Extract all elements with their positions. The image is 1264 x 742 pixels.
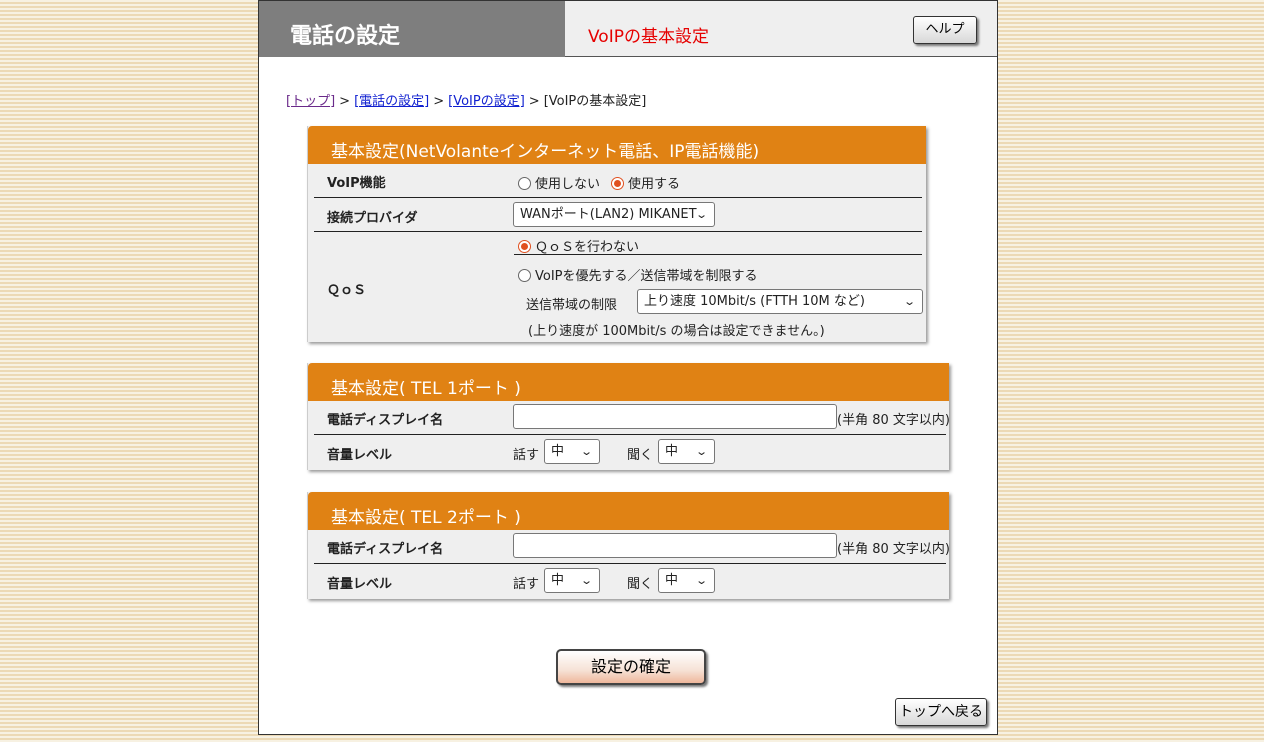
bandwidth-select-value: 上り速度 10Mbit/s (FTTH 10M など)	[644, 294, 865, 309]
help-button[interactable]: ヘルプ	[913, 16, 977, 44]
tel2-listen-select[interactable]: 中 ⌄	[658, 568, 715, 593]
breadcrumb-current: [VoIPの基本設定]	[543, 94, 647, 109]
tel2-listen-value: 中	[665, 573, 679, 588]
provider-label: 接続プロバイダ	[327, 211, 418, 226]
tel2-display-name-input[interactable]	[513, 533, 837, 558]
tel1-display-name-hint: (半角 80 文字以内)	[837, 413, 950, 428]
tel1-listen-label: 聞く	[627, 448, 654, 463]
provider-select-value: WANポート(LAN2) MIKANET	[520, 207, 697, 222]
tel2-talk-label: 話す	[513, 577, 540, 592]
qos-option-none[interactable]: ＱｏＳを行わない	[518, 236, 639, 255]
confirm-settings-button[interactable]: 設定の確定	[556, 649, 706, 685]
panel-tel2-title: 基本設定( TEL 2ポート )	[308, 492, 949, 530]
voip-label: VoIP機能	[327, 176, 386, 191]
bandwidth-label: 送信帯域の制限	[526, 298, 618, 313]
chevron-down-icon: ⌄	[694, 208, 708, 221]
tel2-display-name-hint: (半角 80 文字以内)	[837, 542, 950, 557]
tel1-display-name-input[interactable]	[513, 404, 837, 429]
tel1-talk-label: 話す	[513, 448, 540, 463]
tel1-listen-value: 中	[665, 444, 679, 459]
breadcrumb-separator: >	[339, 94, 351, 109]
divider	[314, 197, 922, 198]
breadcrumb-separator: >	[528, 94, 540, 109]
tel1-talk-select[interactable]: 中 ⌄	[544, 439, 600, 464]
tel1-listen-select[interactable]: 中 ⌄	[658, 439, 715, 464]
page-subtitle: VoIPの基本設定	[588, 27, 709, 47]
back-to-top-button[interactable]: トップへ戻る	[895, 698, 987, 726]
chevron-down-icon: ⌄	[579, 574, 593, 587]
tel2-talk-select[interactable]: 中 ⌄	[544, 568, 600, 593]
tel2-talk-value: 中	[551, 573, 565, 588]
bandwidth-select[interactable]: 上り速度 10Mbit/s (FTTH 10M など) ⌄	[637, 289, 923, 314]
divider	[314, 434, 946, 435]
panel-tel2-settings: 基本設定( TEL 2ポート ) 電話ディスプレイ名 (半角 80 文字以内) …	[307, 492, 950, 599]
voip-off-radio[interactable]	[518, 177, 531, 190]
voip-on-radio[interactable]	[611, 177, 624, 190]
tel2-volume-label: 音量レベル	[327, 577, 393, 592]
breadcrumb-link-phone-settings[interactable]: [電話の設定]	[354, 94, 429, 109]
chevron-down-icon: ⌄	[902, 295, 916, 308]
divider	[314, 231, 922, 232]
qos-none-radio[interactable]	[518, 240, 531, 253]
qos-label: ＱｏＳ	[327, 283, 367, 298]
divider	[314, 563, 946, 564]
voip-option-off[interactable]: 使用しない	[518, 173, 600, 192]
voip-off-label: 使用しない	[535, 177, 601, 192]
panel-basic-settings: 基本設定(NetVolanteインターネット電話、IP電話機能) VoIP機能 …	[307, 126, 926, 342]
chevron-down-icon: ⌄	[694, 445, 708, 458]
breadcrumb-link-top[interactable]: [トップ]	[286, 94, 335, 109]
breadcrumb-separator: >	[433, 94, 445, 109]
tel1-talk-value: 中	[551, 444, 565, 459]
breadcrumb: [トップ] > [電話の設定] > [VoIPの設定] > [VoIPの基本設定]	[286, 90, 646, 109]
tel2-display-name-label: 電話ディスプレイ名	[327, 542, 444, 557]
panel-basic-title: 基本設定(NetVolanteインターネット電話、IP電話機能)	[308, 126, 926, 164]
qos-option-priority[interactable]: VoIPを優先する／送信帯域を制限する	[518, 265, 758, 284]
voip-on-label: 使用する	[628, 177, 681, 192]
page-title: 電話の設定	[259, 1, 565, 57]
provider-select[interactable]: WANポート(LAN2) MIKANET ⌄	[513, 202, 715, 227]
qos-priority-label: VoIPを優先する／送信帯域を制限する	[535, 269, 758, 284]
main-frame: 電話の設定 VoIPの基本設定 ヘルプ [トップ] > [電話の設定] > [VoIPの…	[258, 0, 998, 735]
panel-tel1-title: 基本設定( TEL 1ポート )	[308, 363, 949, 401]
breadcrumb-link-voip-settings[interactable]: [VoIPの設定]	[448, 94, 525, 109]
tel1-display-name-label: 電話ディスプレイ名	[327, 413, 444, 428]
page-header: 電話の設定 VoIPの基本設定 ヘルプ	[259, 1, 997, 57]
bandwidth-note: (上り速度が 100Mbit/s の場合は設定できません。)	[528, 324, 825, 339]
qos-priority-radio[interactable]	[518, 269, 531, 282]
voip-option-on[interactable]: 使用する	[611, 173, 680, 192]
chevron-down-icon: ⌄	[694, 574, 708, 587]
tel1-volume-label: 音量レベル	[327, 448, 393, 463]
qos-none-label: ＱｏＳを行わない	[535, 240, 640, 255]
divider	[514, 254, 922, 255]
chevron-down-icon: ⌄	[579, 445, 593, 458]
tel2-listen-label: 聞く	[627, 577, 654, 592]
panel-tel1-settings: 基本設定( TEL 1ポート ) 電話ディスプレイ名 (半角 80 文字以内) …	[307, 363, 950, 470]
